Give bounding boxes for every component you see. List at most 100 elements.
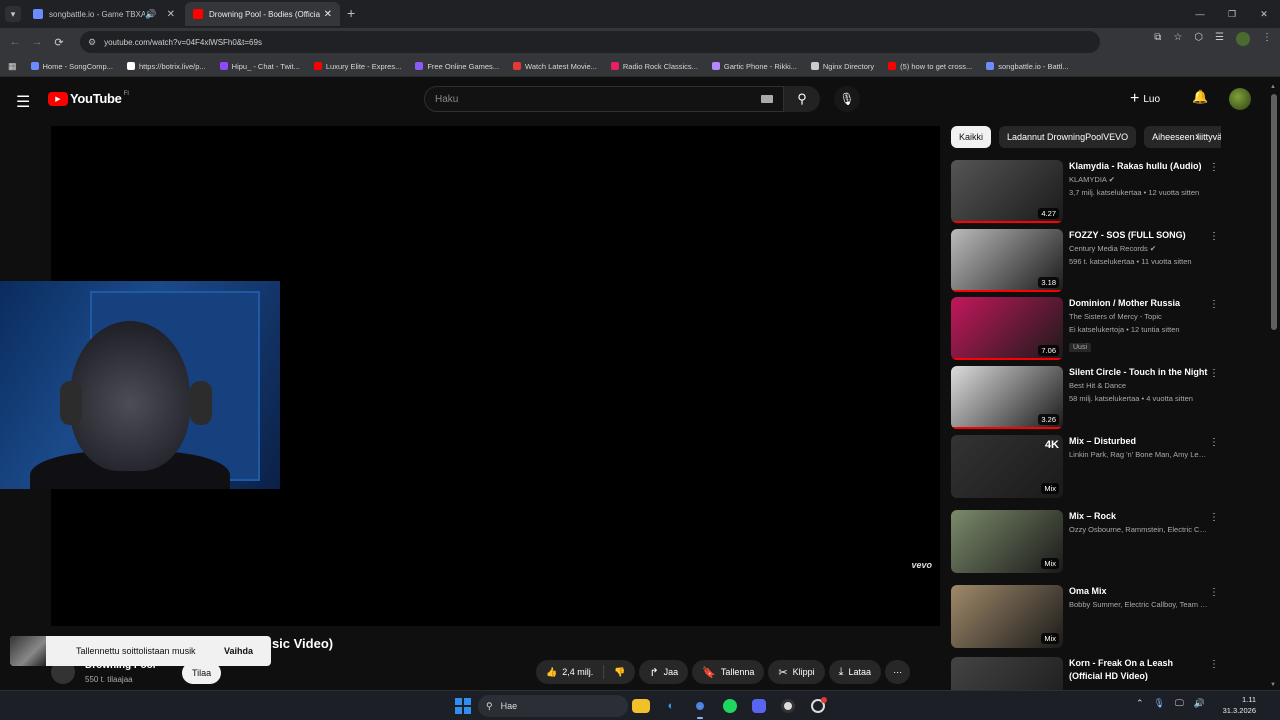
windows-start-icon[interactable] [455, 698, 471, 714]
cast-icon[interactable]: ⧉ [1154, 32, 1161, 46]
chevron-right-icon[interactable]: › [1195, 131, 1199, 143]
bookmark-item[interactable]: Home - SongComp... [30, 62, 113, 71]
forward-icon[interactable]: → [26, 36, 48, 48]
search-input[interactable]: Haku [424, 86, 784, 112]
more-options-icon[interactable]: ⋮ [1209, 299, 1219, 310]
create-button[interactable]: + Luo [1130, 88, 1160, 110]
new-tab-icon[interactable]: + [347, 5, 355, 21]
recommendation-thumbnail[interactable]: 3.26 [951, 366, 1063, 429]
menu-dots-icon[interactable]: ⋮ [1262, 32, 1272, 46]
profile-avatar[interactable] [1236, 32, 1250, 46]
chip-related[interactable]: Aiheeseen liittyvät [1144, 126, 1221, 148]
search-button[interactable]: ⚲ [784, 86, 820, 112]
bookmark-item[interactable]: Free Online Games... [415, 62, 499, 71]
recommendation-title[interactable]: Mix – Rock [1069, 510, 1209, 523]
hamburger-menu-icon[interactable]: ☰ [16, 92, 30, 112]
more-actions-button[interactable]: ⋯ [885, 660, 911, 684]
notifications-bell-icon[interactable]: 🔔 [1192, 89, 1208, 105]
recommendation-thumbnail[interactable]: 4.27 [951, 160, 1063, 223]
scrollbar-thumb[interactable] [1271, 94, 1277, 330]
recommendation-item[interactable]: 3.18 FOZZY - SOS (FULL SONG) Century Media… [951, 229, 1221, 295]
bookmark-item[interactable]: (5) how to get cross... [888, 62, 972, 71]
bookmark-item[interactable]: songbattle.io - Battl... [986, 62, 1069, 71]
save-button[interactable]: 🔖 Tallenna [692, 660, 765, 684]
more-options-icon[interactable]: ⋮ [1209, 587, 1219, 598]
recommendation-title[interactable]: Mix – Disturbed [1069, 435, 1209, 448]
recommendation-thumbnail[interactable]: Mix [951, 585, 1063, 648]
recommendation-channel[interactable]: Century Media Records ✔ [1069, 242, 1209, 255]
speaker-icon[interactable]: 🔊 [145, 9, 156, 20]
obs-icon[interactable] [778, 696, 798, 716]
like-button[interactable]: 👍 2,4 milj. [536, 660, 603, 684]
recommendation-item[interactable]: 7.06 Dominion / Mother Russia The Sisters … [951, 297, 1221, 363]
bookmark-item[interactable]: Radio Rock Classics... [610, 62, 698, 71]
network-icon[interactable]: 🖵 [1175, 698, 1184, 709]
restore-icon[interactable]: ❐ [1216, 0, 1248, 28]
site-info-icon[interactable]: ⚙ [88, 37, 96, 48]
bookmark-item[interactable]: https://botrix.live/p... [126, 62, 206, 71]
address-bar[interactable]: ⚙ youtube.com/watch?v=04F4xlWSFh0&t=69s [80, 31, 1100, 53]
chrome-icon[interactable] [690, 696, 710, 719]
recommendation-channel[interactable]: Linkin Park, Rag 'n' Bone Man, Amy Lee j… [1069, 448, 1209, 461]
volume-icon[interactable]: 🔊 [1194, 698, 1205, 709]
tab-youtube[interactable]: Drowning Pool - Bodies (Officia ✕ [185, 2, 340, 26]
recording-app-icon[interactable] [808, 696, 828, 716]
discord-icon[interactable] [749, 696, 769, 716]
file-explorer-icon[interactable] [632, 699, 650, 713]
close-tab-icon[interactable]: ✕ [167, 9, 175, 20]
tab-search-button[interactable]: ▾ [5, 6, 21, 22]
apps-grid-icon[interactable]: ▦ [8, 61, 17, 72]
chip-uploaded-by[interactable]: Ladannut DrowningPoolVEVO [999, 126, 1137, 148]
bookmark-item[interactable]: Watch Latest Movie... [513, 62, 597, 71]
share-button[interactable]: ↱ Jaa [639, 660, 689, 684]
account-avatar[interactable] [1229, 88, 1251, 110]
recommendation-thumbnail[interactable]: 4K Mix [951, 435, 1063, 498]
chip-all[interactable]: Kaikki [951, 126, 992, 148]
edge-browser-icon[interactable]: ◐ [661, 696, 681, 716]
tab-songbattle[interactable]: songbattle.io - Game TBXA... 🔊 ✕ [25, 2, 183, 26]
scroll-up-arrow-icon[interactable]: ▲ [1270, 84, 1276, 90]
reload-icon[interactable]: ⟳ [48, 36, 70, 49]
recommendation-item[interactable]: 4.27 Klamydia - Rakas hullu (Audio) KLAMYD… [951, 160, 1221, 226]
bookmark-item[interactable]: Nginx Directory [810, 62, 874, 71]
more-options-icon[interactable]: ⋮ [1209, 162, 1219, 173]
tray-overflow-chevron-icon[interactable]: ⌃ [1136, 698, 1144, 709]
bookmark-item[interactable]: Gartic Phone - Rikki... [711, 62, 797, 71]
voice-search-button[interactable]: 🎙 [834, 86, 860, 112]
back-icon[interactable]: ← [4, 36, 26, 48]
recommendation-channel[interactable]: Bobby Summer, Electric Callboy, Team S..… [1069, 598, 1209, 611]
recommendation-thumbnail[interactable]: 3.18 [951, 229, 1063, 292]
recommendation-item[interactable]: 4K Mix Mix – Disturbed Linkin Park, Rag 'n'… [951, 435, 1221, 501]
minimize-icon[interactable]: — [1184, 0, 1216, 28]
keyboard-icon[interactable] [761, 95, 773, 103]
recommendation-title[interactable]: FOZZY - SOS (FULL SONG) [1069, 229, 1209, 242]
dislike-button[interactable]: 👎 [604, 660, 635, 684]
bookmark-item[interactable]: Hipu_ - Chat - Twit... [219, 62, 300, 71]
page-scrollbar[interactable]: ▲ ▼ [1270, 84, 1278, 688]
recommendation-item[interactable]: Mix Oma Mix Bobby Summer, Electric Callboy… [951, 585, 1221, 651]
recommendation-title[interactable]: Dominion / Mother Russia [1069, 297, 1209, 310]
reading-list-icon[interactable]: ☰ [1215, 32, 1224, 46]
recommendation-title[interactable]: Korn - Freak On a Leash (Official HD Vid… [1069, 657, 1209, 683]
more-options-icon[interactable]: ⋮ [1209, 368, 1219, 379]
taskbar-clock[interactable]: 1.11 31.3.2026 [1212, 694, 1256, 716]
youtube-logo[interactable]: ▶ YouTube FI [48, 91, 129, 106]
more-options-icon[interactable]: ⋮ [1209, 512, 1219, 523]
taskbar-search[interactable]: ⚲ Hae [478, 695, 628, 717]
recommendation-channel[interactable]: KLAMYDIA ✔ [1069, 173, 1209, 186]
clip-button[interactable]: ✂ Klippi [768, 660, 825, 684]
download-button[interactable]: ⤓ Lataa [828, 660, 882, 684]
recommendation-item[interactable]: Korn - Freak On a Leash (Official HD Vid… [951, 657, 1221, 720]
recommendation-channel[interactable]: Ozzy Osbourne, Rammstein, Electric Call.… [1069, 523, 1209, 536]
url-text[interactable]: youtube.com/watch?v=04F4xlWSFh0&t=69s [104, 38, 262, 47]
more-options-icon[interactable]: ⋮ [1209, 437, 1219, 448]
recommendation-title[interactable]: Oma Mix [1069, 585, 1209, 598]
toast-change-button[interactable]: Vaihda [224, 646, 253, 656]
extensions-icon[interactable]: ⬡ [1194, 32, 1203, 46]
recommendation-title[interactable]: Klamydia - Rakas hullu (Audio) [1069, 160, 1209, 173]
spotify-icon[interactable] [720, 696, 740, 716]
bookmark-item[interactable]: Luxury Elite - Expres... [313, 62, 401, 71]
recommendation-title[interactable]: Silent Circle - Touch in the Night [1069, 366, 1209, 379]
close-window-icon[interactable]: ✕ [1248, 0, 1280, 28]
more-options-icon[interactable]: ⋮ [1209, 659, 1219, 670]
